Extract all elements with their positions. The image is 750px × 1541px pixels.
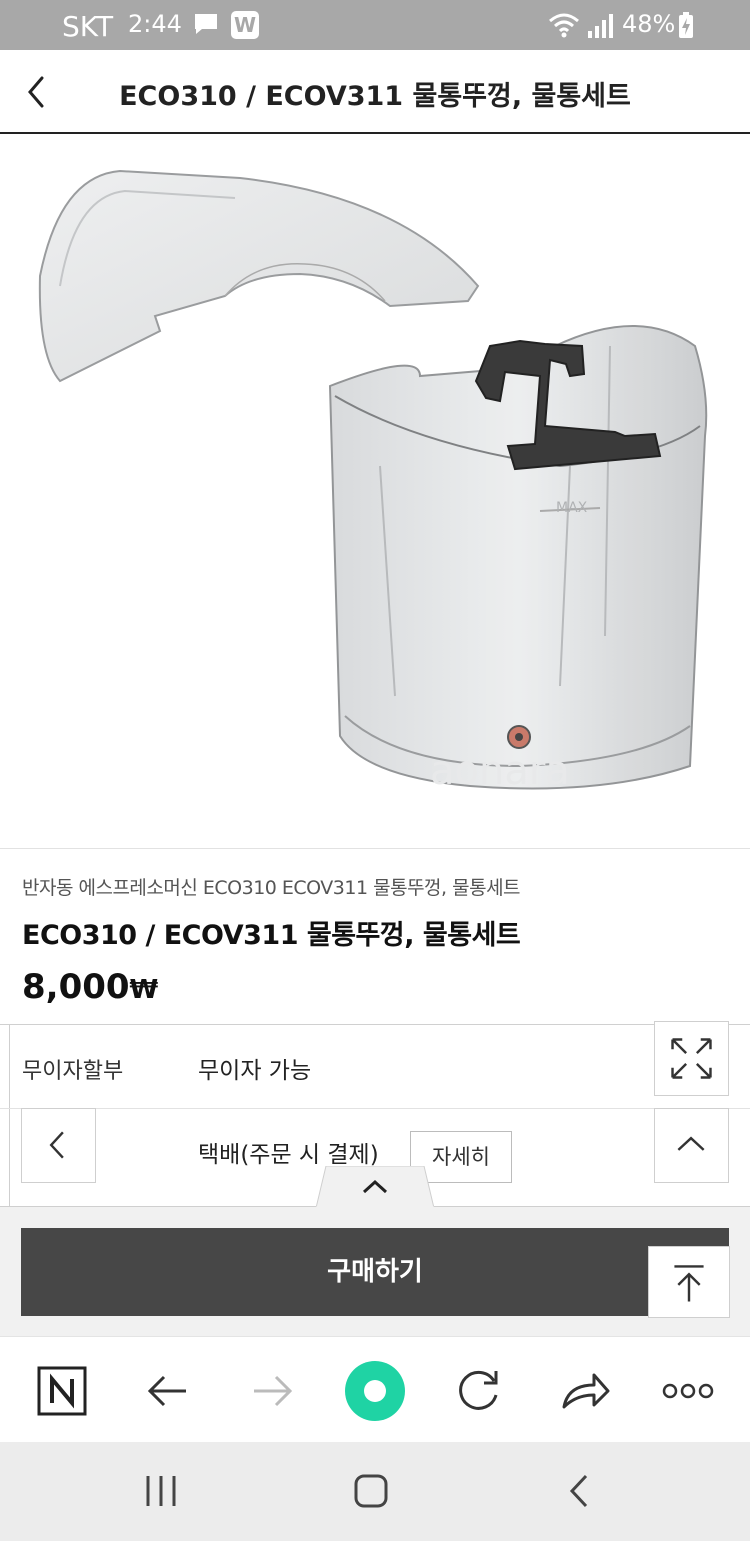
water-tank: MAX aonara: [328, 325, 708, 794]
arrow-to-top-icon: [674, 1265, 704, 1302]
recent-apps-button[interactable]: [136, 1466, 186, 1516]
home-button[interactable]: [346, 1466, 396, 1516]
wifi-icon: [549, 13, 579, 38]
image-watermark: aonara: [430, 748, 570, 794]
installment-label: 무이자할부: [22, 1059, 124, 1084]
scroll-up-button[interactable]: [654, 1108, 729, 1183]
green-dot-icon: [345, 1361, 405, 1421]
scroll-to-top-button[interactable]: [648, 1246, 730, 1318]
arrow-left-icon: [147, 1375, 186, 1407]
home-icon: [354, 1474, 388, 1508]
battery-percent: 48%: [622, 10, 676, 38]
refresh-icon: [459, 1370, 498, 1410]
installment-row: 무이자할부 무이자 가능: [0, 1025, 750, 1109]
browser-forward-button[interactable]: [240, 1359, 304, 1423]
page-title: ECO310 / ECOV311 물통뚜껑, 물통세트: [119, 81, 631, 112]
more-button[interactable]: [656, 1359, 720, 1423]
product-name: ECO310 / ECOV311 물통뚜껑, 물통세트: [22, 920, 521, 951]
price-value: 8,000: [22, 967, 130, 1007]
reload-button[interactable]: [446, 1359, 510, 1423]
share-button[interactable]: [552, 1359, 616, 1423]
page-header: ECO310 / ECOV311 물통뚜껑, 물통세트: [0, 50, 750, 134]
arrow-right-icon: [254, 1375, 293, 1407]
share-arrow-icon: [562, 1373, 610, 1409]
carrier-label: SKT: [62, 10, 114, 43]
water-tank-illustration: MAX aonara: [38, 169, 708, 794]
browser-toolbar: [0, 1336, 750, 1442]
product-image[interactable]: MAX aonara: [0, 136, 750, 848]
expand-icon: [671, 1038, 712, 1079]
currency-symbol: ₩: [129, 975, 159, 1005]
naver-n-icon: [37, 1366, 87, 1416]
shipping-value: 택배(주문 시 결제): [198, 1142, 379, 1168]
naver-home-button[interactable]: [30, 1359, 94, 1423]
status-time: 2:44: [128, 10, 182, 38]
product-info: 반자동 에스프레소머신 ECO310 ECOV311 물통뚜껑, 물통세트 EC…: [0, 848, 750, 1024]
previous-button[interactable]: [21, 1108, 96, 1183]
system-nav-bar: [0, 1442, 750, 1541]
browser-back-button[interactable]: [136, 1359, 200, 1423]
chevron-left-icon: [49, 1131, 64, 1159]
recent-apps-icon: [146, 1476, 176, 1506]
status-bar: SKT 2:44 W 48%: [0, 0, 750, 50]
app-notification-icon: W: [231, 11, 259, 39]
installment-value: 무이자 가능: [198, 1058, 312, 1084]
back-chevron-icon: [569, 1474, 588, 1508]
battery-charging-icon: [679, 12, 693, 38]
signal-icon: [588, 14, 613, 38]
green-dot-button[interactable]: [343, 1359, 407, 1423]
chevron-up-icon: [677, 1136, 705, 1151]
buy-button[interactable]: 구매하기: [21, 1228, 729, 1316]
product-price: 8,000₩: [22, 967, 158, 1007]
svg-text:MAX: MAX: [556, 500, 588, 516]
fullscreen-button[interactable]: [654, 1021, 729, 1096]
chat-notification-icon: [195, 14, 217, 34]
collapse-sheet-tab[interactable]: [316, 1166, 434, 1208]
tank-lid: [38, 169, 480, 383]
system-back-button[interactable]: [556, 1466, 606, 1516]
product-category: 반자동 에스프레소머신 ECO310 ECOV311 물통뚜껑, 물통세트: [22, 877, 521, 899]
more-dots-icon: [662, 1383, 714, 1399]
